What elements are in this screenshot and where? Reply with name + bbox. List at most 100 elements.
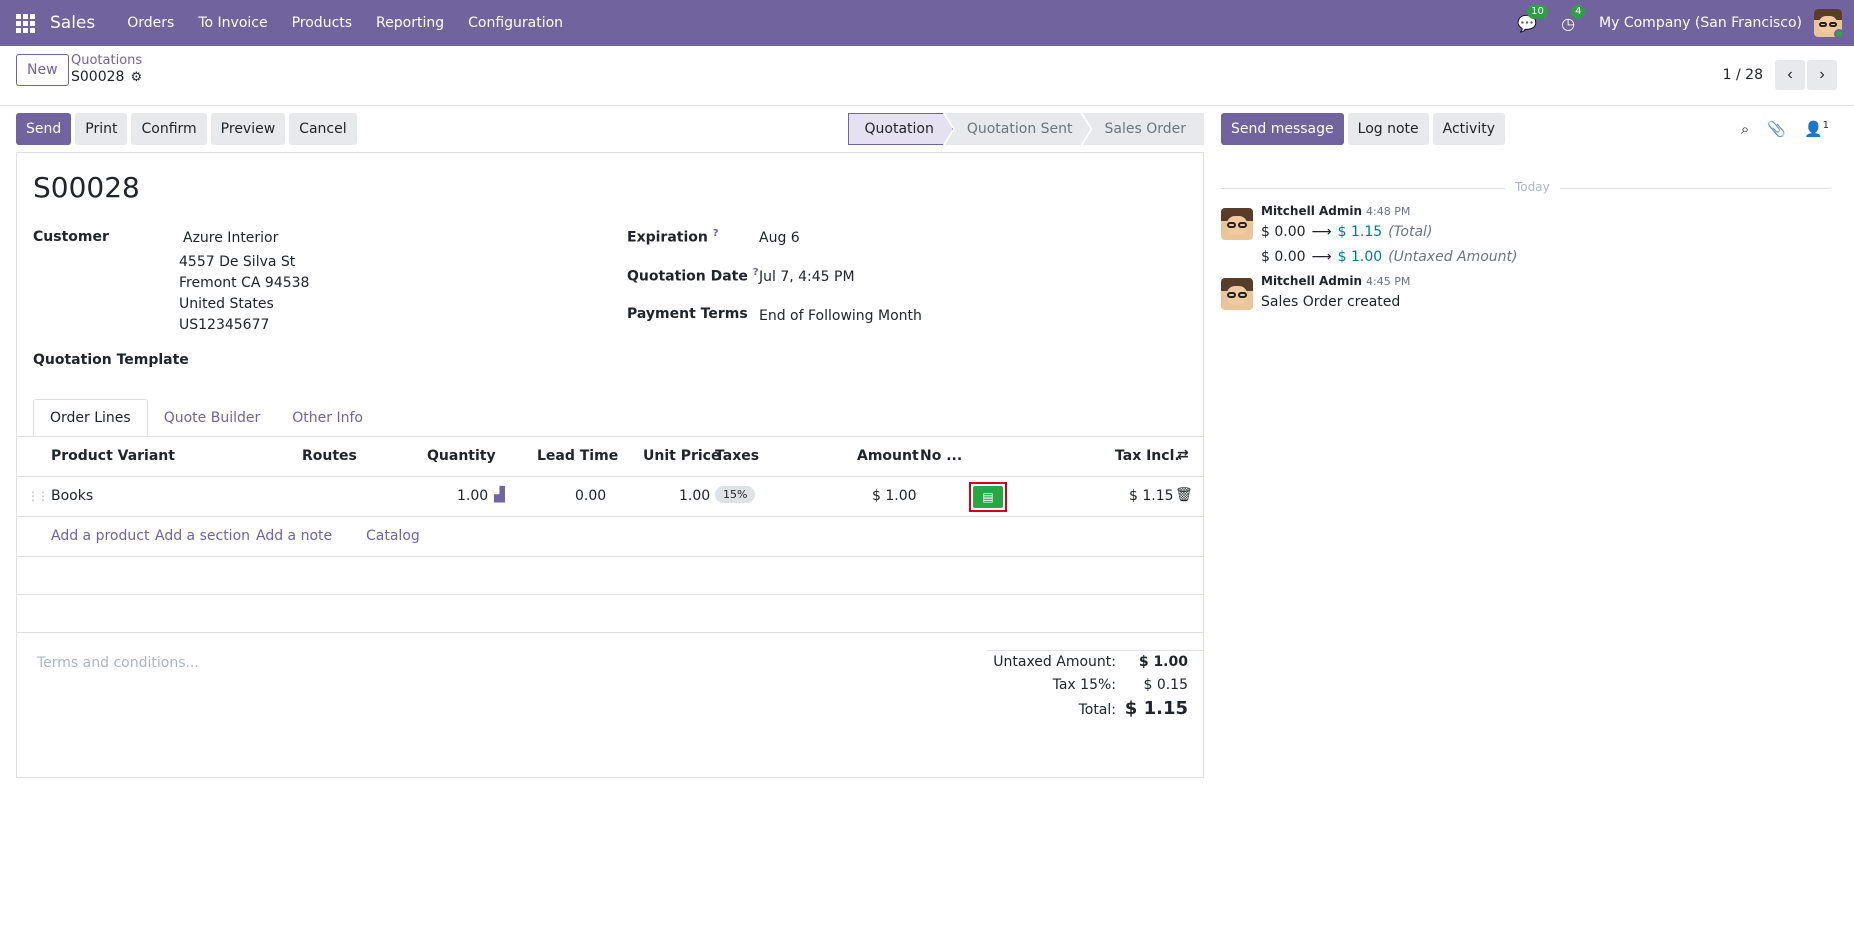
table-row[interactable]: ⋮⋮ Books 1.00 ▟ 0.00 1.00 15% $ 1.00 ▤ $…	[17, 477, 1203, 517]
quotation-date-label: Quotation Date ?	[627, 267, 759, 285]
row-tax-incl: $ 1.15	[1129, 488, 1174, 504]
main-menu: Orders To Invoice Products Reporting Con…	[115, 15, 575, 31]
breadcrumb-current-label: S00028	[71, 69, 125, 85]
menu-orders[interactable]: Orders	[115, 15, 186, 31]
notebook-tabs: Order Lines Quote Builder Other Info	[33, 399, 379, 437]
empty-row	[17, 595, 1203, 633]
author-avatar[interactable]	[1221, 208, 1253, 240]
col-taxes[interactable]: Taxes	[715, 448, 759, 464]
gear-icon[interactable]: ⚙	[130, 70, 142, 85]
stage-quotation-sent[interactable]: Quotation Sent	[945, 113, 1091, 145]
forecast-chart-icon[interactable]: ▟	[494, 487, 505, 503]
menu-to-invoice[interactable]: To Invoice	[186, 15, 279, 31]
menu-products[interactable]: Products	[280, 15, 364, 31]
untaxed-amount-value: $ 1.00	[1138, 654, 1188, 670]
today-label: Today	[1505, 180, 1560, 194]
activity-button[interactable]: ◷ 4	[1561, 4, 1586, 33]
quotation-date-field[interactable]: Jul 7, 4:45 PM	[759, 269, 855, 285]
apps-menu-button[interactable]	[0, 0, 50, 46]
col-tax-incl[interactable]: Tax Incl.	[1115, 448, 1180, 464]
payment-terms-field[interactable]: End of Following Month	[759, 308, 922, 324]
empty-row	[17, 557, 1203, 595]
message-author: Mitchell Admin 4:45 PM	[1261, 274, 1411, 288]
stage-quotation[interactable]: Quotation	[848, 113, 953, 145]
pager: 1 / 28 ‹ ›	[1723, 60, 1837, 90]
messaging-button[interactable]: 💬 10	[1517, 4, 1548, 33]
chevron-left-icon: ‹	[1787, 66, 1793, 83]
col-amount[interactable]: Amount	[857, 448, 919, 464]
row-product[interactable]: Books	[51, 488, 93, 504]
app-brand[interactable]: Sales	[50, 13, 95, 33]
old-value: $ 0.00	[1261, 224, 1306, 240]
tracking-change: $ 0.00 ⟶ $ 1.00 (Untaxed Amount)	[1261, 249, 1518, 265]
send-button[interactable]: Send	[16, 113, 72, 145]
new-button[interactable]: New	[16, 54, 69, 86]
user-icon: 👤	[1803, 120, 1823, 138]
activity-button[interactable]: Activity	[1432, 113, 1505, 145]
arrow-right-icon: ⟶	[1311, 224, 1332, 240]
total-label: Total:	[1078, 702, 1116, 718]
help-icon[interactable]: ?	[753, 267, 759, 278]
menu-configuration[interactable]: Configuration	[456, 15, 575, 31]
add-product-link[interactable]: Add a product	[51, 528, 149, 544]
pager-next-button[interactable]: ›	[1807, 60, 1837, 90]
new-value: $ 1.00	[1337, 249, 1383, 265]
pager-previous-button[interactable]: ‹	[1775, 60, 1805, 90]
help-icon[interactable]: ?	[713, 228, 719, 239]
quotation-template-label: Quotation Template	[33, 352, 189, 368]
tab-other-info[interactable]: Other Info	[276, 399, 379, 437]
catalog-link[interactable]: Catalog	[366, 528, 420, 544]
company-switcher[interactable]: My Company (San Francisco)	[1599, 15, 1802, 31]
trash-icon[interactable]: 🗑	[1175, 487, 1193, 503]
add-section-link[interactable]: Add a section	[155, 528, 250, 544]
menu-reporting[interactable]: Reporting	[364, 15, 456, 31]
untaxed-amount-label: Untaxed Amount:	[993, 654, 1116, 670]
row-tax-badge[interactable]: 15%	[715, 486, 756, 503]
col-routes[interactable]: Routes	[302, 448, 357, 464]
field-name: (Untaxed Amount)	[1388, 249, 1518, 265]
search-icon[interactable]: ⌕	[1741, 120, 1749, 138]
col-unit-price[interactable]: Unit Price	[643, 448, 720, 464]
col-quantity[interactable]: Quantity	[427, 448, 496, 464]
row-lead-time[interactable]: 0.00	[575, 488, 606, 504]
record-title: S00028	[33, 171, 140, 204]
order-lines-header: Product Variant Routes Quantity Lead Tim…	[17, 437, 1203, 477]
chatter-topbar-icons: ⌕ 📎 👤1	[1741, 120, 1829, 138]
product-book-button[interactable]: ▤	[969, 482, 1007, 512]
followers-button[interactable]: 👤1	[1804, 120, 1829, 138]
status-stages: Quotation Quotation Sent Sales Order	[848, 113, 1204, 145]
add-note-link[interactable]: Add a note	[256, 528, 332, 544]
tab-order-lines[interactable]: Order Lines	[33, 399, 148, 437]
send-message-button[interactable]: Send message	[1221, 113, 1344, 145]
control-panel: New Quotations S00028 ⚙ 1 / 28 ‹ ›	[0, 46, 1854, 106]
terms-input[interactable]: Terms and conditions...	[37, 655, 199, 671]
old-value: $ 0.00	[1261, 249, 1306, 265]
pager-value[interactable]: 1 / 28	[1723, 67, 1763, 83]
col-no[interactable]: No ...	[920, 448, 962, 464]
column-settings-icon[interactable]: ⇄	[1177, 447, 1189, 463]
customer-field[interactable]: Azure Interior	[183, 230, 278, 246]
action-buttons: Send Print Confirm Preview Cancel	[16, 113, 357, 145]
expiration-label: Expiration ?	[627, 228, 719, 246]
stage-sales-order[interactable]: Sales Order	[1082, 113, 1204, 145]
preview-button[interactable]: Preview	[210, 113, 286, 145]
book-icon: ▤	[973, 486, 1003, 508]
log-note-button[interactable]: Log note	[1347, 113, 1429, 145]
row-quantity[interactable]: 1.00	[457, 488, 488, 504]
drag-handle-icon[interactable]: ⋮⋮	[27, 489, 49, 503]
expiration-field[interactable]: Aug 6	[759, 230, 800, 246]
cancel-button[interactable]: Cancel	[289, 113, 357, 145]
col-lead-time[interactable]: Lead Time	[537, 448, 618, 464]
author-avatar[interactable]	[1221, 278, 1253, 310]
confirm-button[interactable]: Confirm	[131, 113, 207, 145]
message-time: 4:45 PM	[1366, 275, 1411, 288]
print-button[interactable]: Print	[75, 113, 128, 145]
breadcrumb-current: S00028 ⚙	[71, 69, 142, 85]
tab-quote-builder[interactable]: Quote Builder	[148, 399, 277, 437]
paperclip-icon[interactable]: 📎	[1767, 120, 1786, 138]
breadcrumb-quotations[interactable]: Quotations	[71, 53, 142, 68]
col-product-variant[interactable]: Product Variant	[51, 448, 175, 464]
followers-count: 1	[1822, 120, 1829, 131]
tax-label: Tax 15%:	[1052, 677, 1116, 693]
row-unit-price[interactable]: 1.00	[679, 488, 710, 504]
